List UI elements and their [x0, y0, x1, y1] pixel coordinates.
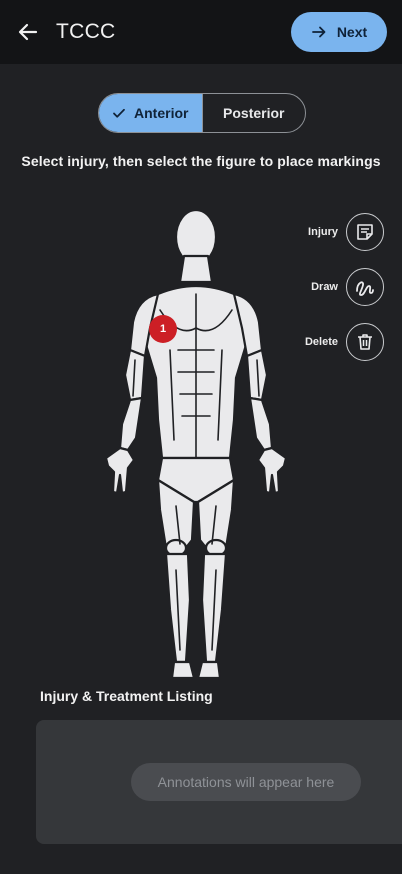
arrow-right-icon — [311, 26, 326, 38]
page-title: TCCC — [56, 20, 116, 43]
check-icon — [113, 108, 125, 118]
tab-posterior-label: Posterior — [223, 105, 285, 121]
app-bar: TCCC Next — [0, 0, 402, 64]
delete-tool-button[interactable] — [346, 323, 384, 361]
tab-anterior-label: Anterior — [134, 105, 189, 121]
annotation-listing-panel: Annotations will appear here — [36, 720, 402, 844]
tab-posterior[interactable]: Posterior — [203, 94, 306, 132]
back-arrow-icon[interactable] — [16, 20, 40, 44]
body-figure-anterior[interactable] — [100, 210, 292, 682]
tool-draw: Draw — [294, 268, 384, 308]
tool-draw-label: Draw — [311, 281, 338, 293]
trash-icon — [358, 334, 372, 350]
next-button-label: Next — [336, 24, 368, 40]
tool-delete-label: Delete — [304, 336, 338, 348]
instruction-text: Select injury, then select the figure to… — [21, 153, 381, 169]
draw-tool-button[interactable] — [346, 268, 384, 306]
injury-marker[interactable]: 1 — [149, 315, 177, 343]
next-button[interactable]: Next — [291, 12, 387, 52]
listing-title: Injury & Treatment Listing — [40, 688, 213, 704]
tab-anterior[interactable]: Anterior — [99, 94, 203, 132]
injury-marker-number: 1 — [159, 323, 167, 335]
empty-annotations-chip: Annotations will appear here — [131, 763, 361, 801]
view-toggle: Anterior Posterior — [98, 93, 306, 133]
tool-injury: Injury — [294, 213, 384, 253]
tool-delete: Delete — [294, 323, 384, 363]
squiggle-draw-icon — [356, 281, 374, 296]
note-icon — [357, 224, 373, 240]
injury-tool-button[interactable] — [346, 213, 384, 251]
tool-injury-label: Injury — [308, 226, 338, 238]
